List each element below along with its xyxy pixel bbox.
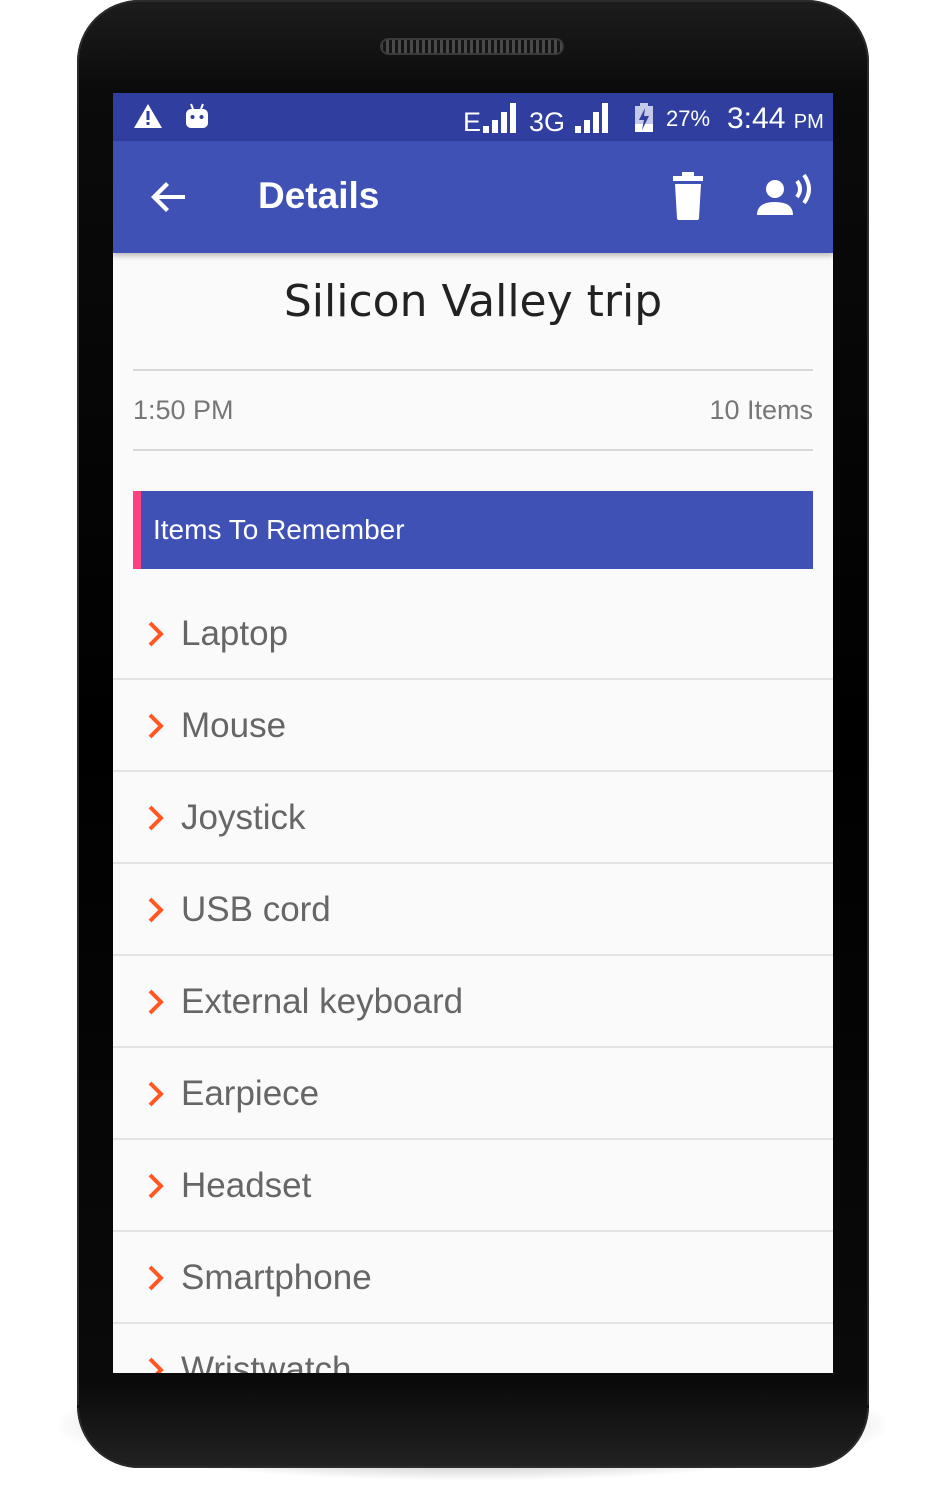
section-header-label: Items To Remember <box>153 514 405 545</box>
warning-icon <box>134 104 162 128</box>
android-icon <box>186 103 208 128</box>
screen: E 3G 27% 3:44 PM Details Silicon Valley … <box>113 93 833 1373</box>
list-item[interactable]: Smartphone <box>113 1232 833 1324</box>
list-item[interactable]: Earpiece <box>113 1048 833 1140</box>
signal-strength-icon <box>575 103 608 133</box>
clock-ampm: PM <box>793 111 824 133</box>
list-item[interactable]: Joystick <box>113 772 833 864</box>
network-type-e: E <box>463 107 482 137</box>
list-item-label: External keyboard <box>181 982 464 1021</box>
note-time: 1:50 PM <box>133 395 234 425</box>
bottom-bezel <box>77 1405 869 1408</box>
chevron-right-icon <box>148 989 164 1015</box>
list-item[interactable]: USB cord <box>113 864 833 956</box>
chevron-right-icon <box>148 805 164 831</box>
list-item-label: USB cord <box>181 890 331 929</box>
divider <box>133 449 813 451</box>
section-header: Items To Remember <box>133 491 813 569</box>
clock-time: 3:44 <box>727 102 786 135</box>
item-count: 10 Items <box>709 395 813 425</box>
earpiece-speaker <box>380 38 564 55</box>
status-clock: 3:44 PM <box>727 102 824 136</box>
note-title: Silicon Valley trip <box>283 276 663 327</box>
page-title: Details <box>258 175 380 216</box>
chevron-right-icon <box>148 1173 164 1199</box>
list-item-label: Laptop <box>181 614 289 653</box>
battery-percentage: 27% <box>666 106 711 131</box>
list-item[interactable]: External keyboard <box>113 956 833 1048</box>
speak-icon[interactable] <box>753 171 817 223</box>
list-item-label: Mouse <box>181 706 287 745</box>
chevron-right-icon <box>148 1357 164 1373</box>
back-arrow-icon[interactable] <box>145 173 193 221</box>
signal-strength-icon <box>483 103 516 133</box>
list-item-label: Wristwatch <box>181 1350 352 1373</box>
list-item[interactable]: Mouse <box>113 680 833 772</box>
list-item[interactable]: Wristwatch <box>113 1324 833 1373</box>
chevron-right-icon <box>148 897 164 923</box>
chevron-right-icon <box>148 713 164 739</box>
trash-icon[interactable] <box>663 171 713 223</box>
list-item[interactable]: Laptop <box>113 588 833 680</box>
chevron-right-icon <box>148 621 164 647</box>
list-item-label: Joystick <box>181 798 306 837</box>
chevron-right-icon <box>148 1081 164 1107</box>
chevron-right-icon <box>148 1265 164 1291</box>
list-item-label: Headset <box>181 1166 312 1205</box>
battery-charging-icon <box>635 103 653 132</box>
divider <box>133 369 813 371</box>
list-item-label: Earpiece <box>181 1074 320 1113</box>
status-bar: E 3G 27% 3:44 PM <box>113 93 833 141</box>
network-type-3g: 3G <box>529 107 566 137</box>
list-item-label: Smartphone <box>181 1258 372 1297</box>
checklist: Laptop Mouse Joystick USB cord External … <box>113 588 833 1373</box>
toolbar: Details <box>113 141 833 253</box>
list-item[interactable]: Headset <box>113 1140 833 1232</box>
